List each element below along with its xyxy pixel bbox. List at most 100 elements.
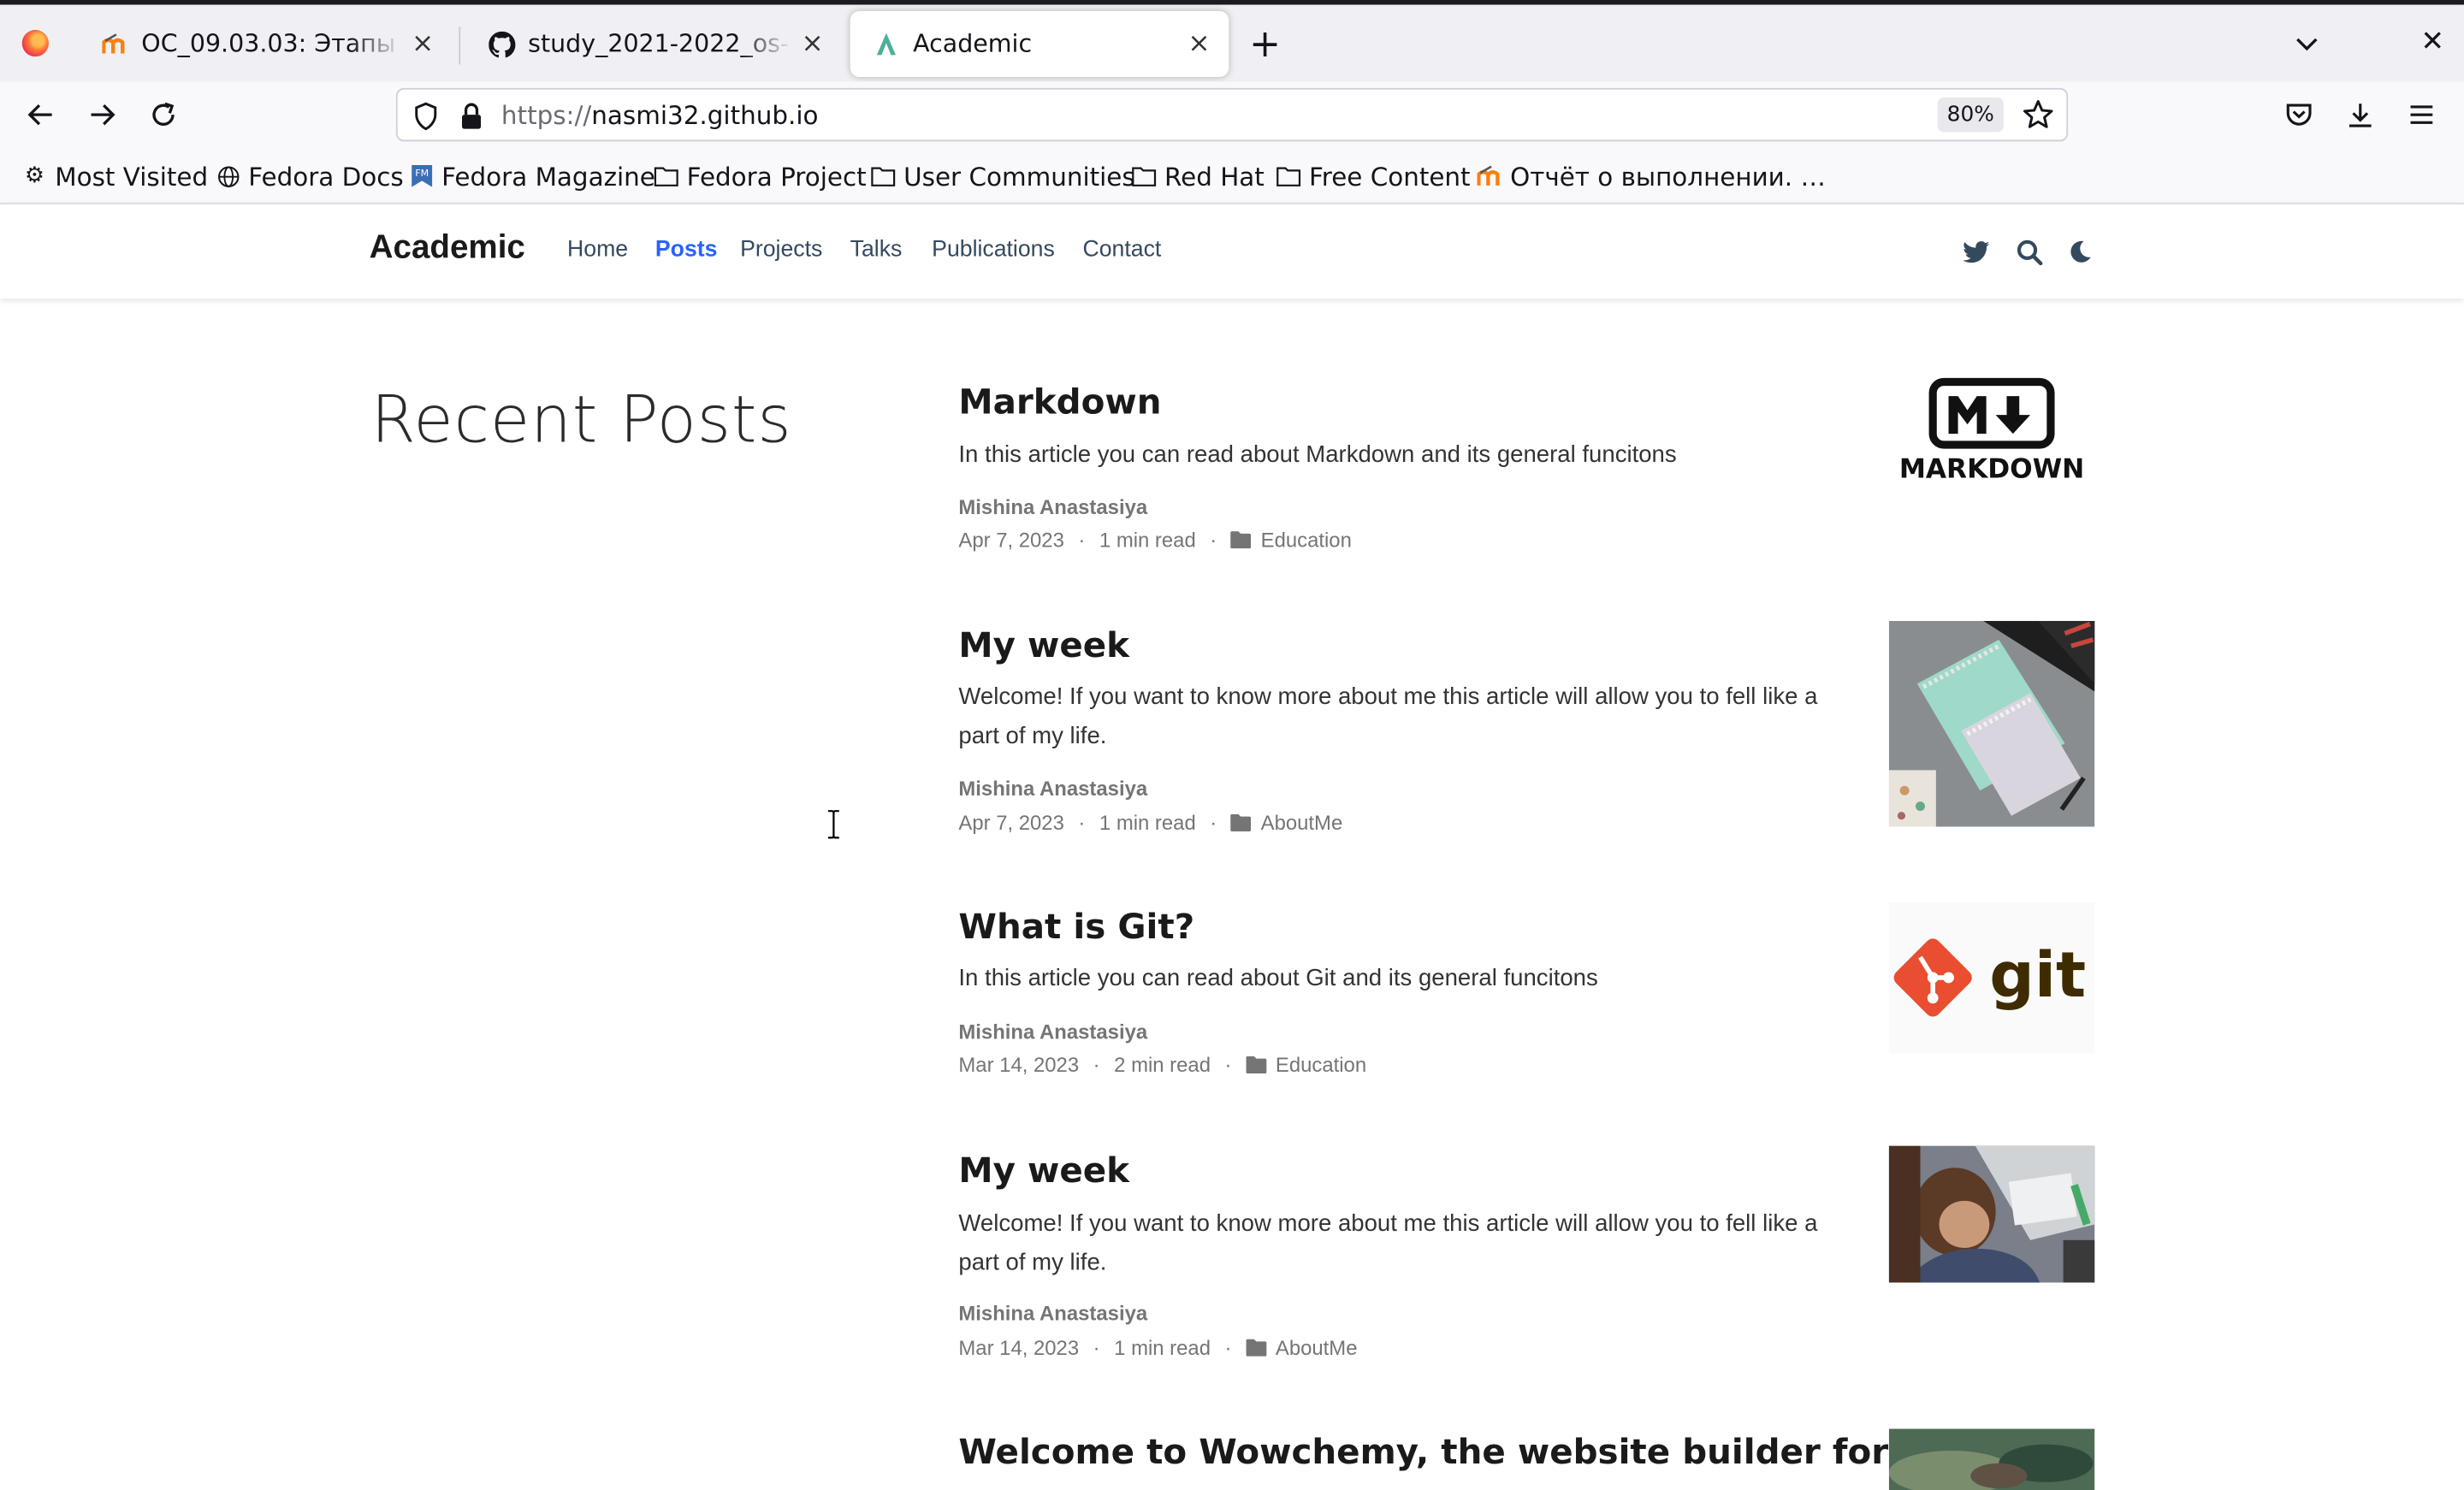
post-date: Apr 7, 2023 — [958, 811, 1064, 835]
app-menu-button[interactable] — [2398, 92, 2445, 139]
close-tab-icon[interactable]: × — [798, 28, 826, 60]
menu-contact[interactable]: Contact — [1083, 237, 1162, 262]
github-icon — [487, 30, 515, 58]
bookmark-fedora-docs[interactable]: Fedora Docs — [216, 160, 404, 192]
reload-button[interactable] — [139, 92, 187, 139]
bookmark-red-hat[interactable]: Red Hat — [1131, 160, 1265, 192]
bookmark-label: Отчёт о выполнении. … — [1510, 161, 1826, 192]
window-close-button[interactable]: ✕ — [2415, 25, 2449, 62]
bookmark-label: User Communities — [903, 161, 1135, 192]
downloads-button[interactable] — [2337, 92, 2384, 139]
browser-toolbar: https://nasmi32.github.io 80% — [0, 81, 2464, 148]
post-item: Markdown In this article you can read ab… — [958, 377, 2096, 572]
post-summary: Welcome! If you want to know more about … — [958, 683, 1818, 749]
moodle-icon — [101, 30, 129, 58]
post-thumbnail-student[interactable] — [1888, 1145, 2095, 1283]
post-category[interactable]: Education — [1261, 528, 1352, 552]
firefox-icon — [21, 29, 49, 57]
post-thumbnail-markdown[interactable]: MARKDOWN — [1889, 377, 2095, 488]
firefox-view-button[interactable] — [0, 5, 71, 82]
post-author[interactable]: Mishina Anastasiya — [958, 777, 1147, 801]
folder-icon — [1230, 531, 1252, 549]
back-button[interactable] — [17, 92, 64, 139]
bookmark-otchet[interactable]: Отчёт о выполнении. … — [1477, 160, 1826, 192]
post-meta: Apr 7, 2023 · 1 min read · AboutMe — [958, 811, 1342, 835]
meta-separator: · — [1093, 1053, 1100, 1077]
arrow-right-icon — [91, 103, 116, 126]
moodle-icon — [1477, 163, 1502, 188]
site-navbar: Academic Home Posts Projects Talks Publi… — [0, 204, 2464, 299]
menu-publications[interactable]: Publications — [932, 237, 1055, 262]
bookmark-label: Fedora Magazine — [441, 161, 655, 192]
address-bar[interactable]: https://nasmi32.github.io 80% — [395, 87, 2069, 142]
tab-moodle[interactable]: ОС_09.03.03: Этапы реализации × — [79, 11, 453, 77]
post-category[interactable]: AboutMe — [1261, 811, 1343, 835]
tab-github[interactable]: study_2021-2022_os-intro × — [465, 11, 843, 77]
lock-icon[interactable] — [457, 101, 485, 133]
forward-button[interactable] — [79, 92, 126, 139]
post-author[interactable]: Mishina Anastasiya — [958, 495, 1147, 519]
post-title[interactable]: Welcome to Wowchemy, the website builder… — [958, 1434, 1888, 1473]
post-thumbnail-notebook[interactable] — [1888, 620, 2095, 827]
site-brand[interactable]: Academic — [370, 229, 525, 267]
menu-projects[interactable]: Projects — [740, 237, 822, 262]
post-title[interactable]: Markdown — [958, 383, 1161, 423]
folder-icon — [871, 163, 896, 188]
post-title[interactable]: My week — [958, 1152, 1129, 1191]
globe-icon — [216, 163, 240, 188]
bookmark-free-content[interactable]: Free Content — [1276, 160, 1471, 192]
close-tab-icon[interactable]: × — [1185, 28, 1213, 60]
twitter-icon[interactable] — [1959, 236, 1991, 268]
zoom-level-button[interactable]: 80% — [1937, 97, 2004, 133]
post-summary: In this article you can read about Markd… — [958, 441, 1677, 469]
tab-academic[interactable]: Academic × — [850, 10, 1229, 78]
menu-talks[interactable]: Talks — [850, 237, 903, 262]
post-category[interactable]: AboutMe — [1276, 1336, 1358, 1360]
bookmark-star-icon[interactable] — [2021, 98, 2055, 132]
dark-mode-moon-icon[interactable] — [2064, 236, 2096, 268]
bookmark-user-communities[interactable]: User Communities — [871, 160, 1135, 192]
tracking-protection-icon[interactable] — [410, 101, 441, 133]
post-thumbnail-git[interactable]: git — [1888, 902, 2095, 1054]
url-host: nasmi32.github.io — [591, 100, 819, 131]
meta-separator: · — [1210, 528, 1217, 552]
post-category[interactable]: Education — [1276, 1053, 1366, 1077]
post-item: My week Welcome! If you want to know mor… — [958, 1145, 2096, 1372]
post-item: Welcome to Wowchemy, the website builder… — [958, 1428, 2096, 1490]
post-title[interactable]: My week — [958, 627, 1129, 666]
post-title[interactable]: What is Git? — [958, 908, 1194, 948]
hamburger-menu-icon — [2410, 105, 2433, 124]
post-date: Mar 14, 2023 — [958, 1053, 1080, 1077]
menu-posts[interactable]: Posts — [655, 237, 718, 262]
bookmark-most-visited[interactable]: ⚙ Most Visited — [22, 160, 208, 192]
arrow-left-icon — [27, 103, 52, 126]
download-icon — [2348, 103, 2372, 127]
bookmark-fedora-magazine[interactable]: FM Fedora Magazine — [409, 160, 655, 192]
markdown-logo-text: MARKDOWN — [1899, 454, 2084, 485]
bookmark-label: Fedora Project — [686, 161, 867, 192]
search-icon[interactable] — [2013, 236, 2045, 268]
post-author[interactable]: Mishina Anastasiya — [958, 1301, 1147, 1325]
url-text[interactable]: https://nasmi32.github.io — [501, 101, 819, 131]
menu-home[interactable]: Home — [567, 237, 628, 262]
git-logo-text: git — [1989, 939, 2086, 1012]
post-thumbnail-nature[interactable] — [1888, 1428, 2095, 1490]
tab-title: study_2021-2022_os-intro — [528, 29, 792, 58]
pocket-button[interactable] — [2276, 92, 2323, 139]
tab-title: ОС_09.03.03: Этапы реализации — [141, 29, 402, 58]
post-item: What is Git? In this article you can rea… — [958, 902, 2096, 1097]
meta-separator: · — [1224, 1053, 1232, 1077]
tab-separator — [459, 27, 461, 65]
bookmark-fedora-project[interactable]: Fedora Project — [654, 160, 867, 192]
bookmark-label: Red Hat — [1164, 161, 1265, 192]
close-tab-icon[interactable]: × — [409, 28, 437, 60]
gear-icon: ⚙ — [24, 163, 44, 189]
post-meta: Apr 7, 2023 · 1 min read · Education — [958, 528, 1351, 552]
post-meta: Mar 14, 2023 · 1 min read · AboutMe — [958, 1336, 1357, 1360]
list-all-tabs-button[interactable] — [2288, 25, 2325, 62]
post-summary: In this article you can read about Git a… — [958, 965, 1598, 992]
post-author[interactable]: Mishina Anastasiya — [958, 1020, 1147, 1044]
reload-icon — [152, 102, 175, 126]
new-tab-button[interactable]: + — [1247, 24, 1284, 68]
post-summary: Welcome! If you want to know more about … — [958, 1209, 1818, 1276]
